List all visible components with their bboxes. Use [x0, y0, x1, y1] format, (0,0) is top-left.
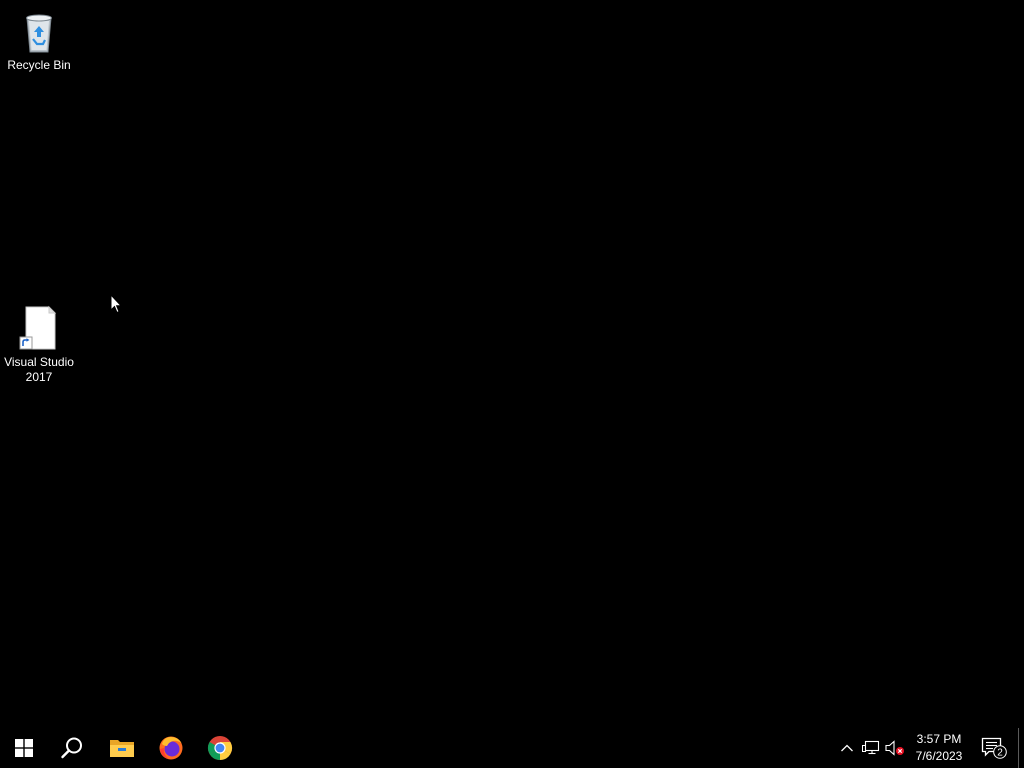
volume-button[interactable] — [884, 728, 906, 768]
chevron-up-icon — [841, 744, 853, 752]
desktop[interactable]: Recycle Bin Visual Studio 2017 — [0, 0, 1024, 728]
action-center-button[interactable]: 2 — [976, 728, 1012, 768]
visual-studio-2017-shortcut[interactable]: Visual Studio 2017 — [1, 305, 77, 385]
show-desktop-button[interactable] — [1018, 728, 1024, 768]
network-status-button[interactable] — [860, 728, 882, 768]
firefox-icon — [159, 736, 183, 760]
recycle-bin-shortcut[interactable]: Recycle Bin — [1, 8, 77, 73]
recycle-bin-label: Recycle Bin — [7, 58, 71, 72]
file-shortcut-icon — [19, 305, 57, 350]
visual-studio-2017-label: Visual Studio 2017 — [4, 355, 74, 384]
folder-icon — [110, 740, 134, 757]
notification-icon: 2 — [981, 737, 1007, 759]
firefox-button[interactable] — [147, 728, 195, 768]
clock-date: 7/6/2023 — [915, 749, 963, 763]
notification-count: 2 — [997, 748, 1003, 759]
chrome-button[interactable] — [196, 728, 244, 768]
recycle-bin-icon — [26, 14, 52, 53]
start-button[interactable] — [0, 728, 48, 768]
taskbar: 3:57 PM 7/6/2023 2 — [0, 728, 1024, 768]
chrome-icon — [207, 736, 233, 761]
network-icon — [862, 740, 880, 755]
clock-button[interactable]: 3:57 PM 7/6/2023 — [908, 731, 970, 765]
file-explorer-button[interactable] — [98, 728, 146, 768]
clock-time: 3:57 PM — [916, 732, 962, 746]
volume-muted-icon — [885, 740, 904, 756]
show-hidden-icons-button[interactable] — [836, 728, 858, 768]
search-icon — [61, 737, 82, 759]
mouse-cursor-icon — [110, 294, 122, 314]
windows-logo-icon — [15, 739, 33, 757]
search-button[interactable] — [48, 728, 96, 768]
